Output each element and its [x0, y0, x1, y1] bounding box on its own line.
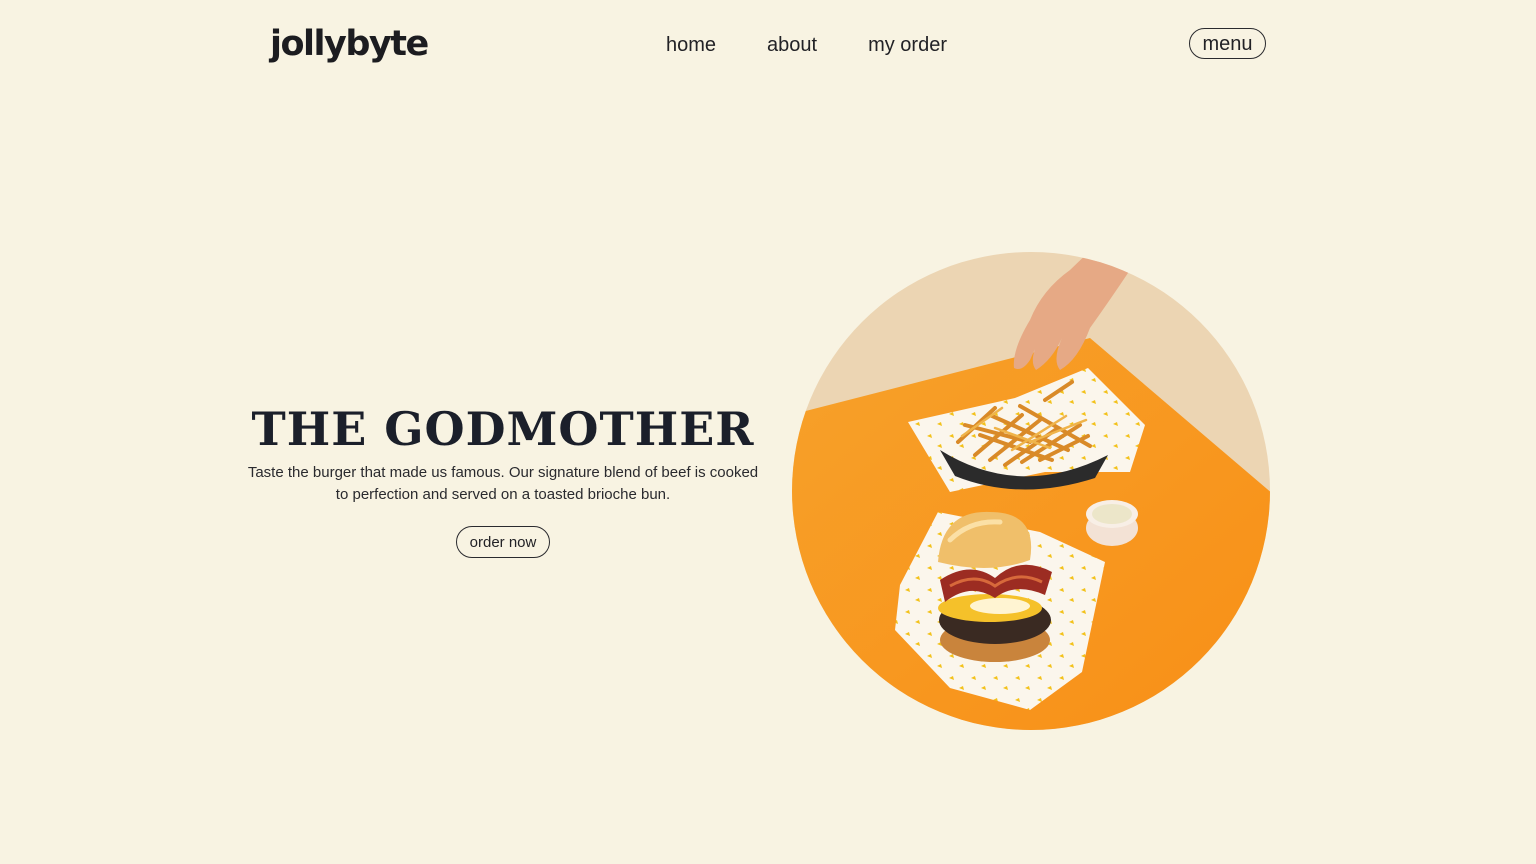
main-nav: home about my order — [666, 31, 947, 59]
hero-image — [790, 210, 1280, 740]
nav-about[interactable]: about — [767, 31, 817, 59]
nav-my-order[interactable]: my order — [868, 31, 947, 59]
logo[interactable]: jollybyte — [270, 22, 429, 66]
nav-home[interactable]: home — [666, 31, 716, 59]
burger-and-fries-photo — [792, 252, 1270, 730]
page: jollybyte home about my order menu THE G… — [0, 0, 1536, 864]
hero-text: THE GODMOTHER Taste the burger that made… — [240, 398, 766, 558]
order-now-button[interactable]: order now — [456, 526, 550, 558]
hero-title: THE GODMOTHER — [251, 402, 755, 456]
menu-button[interactable]: menu — [1189, 28, 1266, 59]
hero-description: Taste the burger that made us famous. Ou… — [247, 464, 759, 503]
